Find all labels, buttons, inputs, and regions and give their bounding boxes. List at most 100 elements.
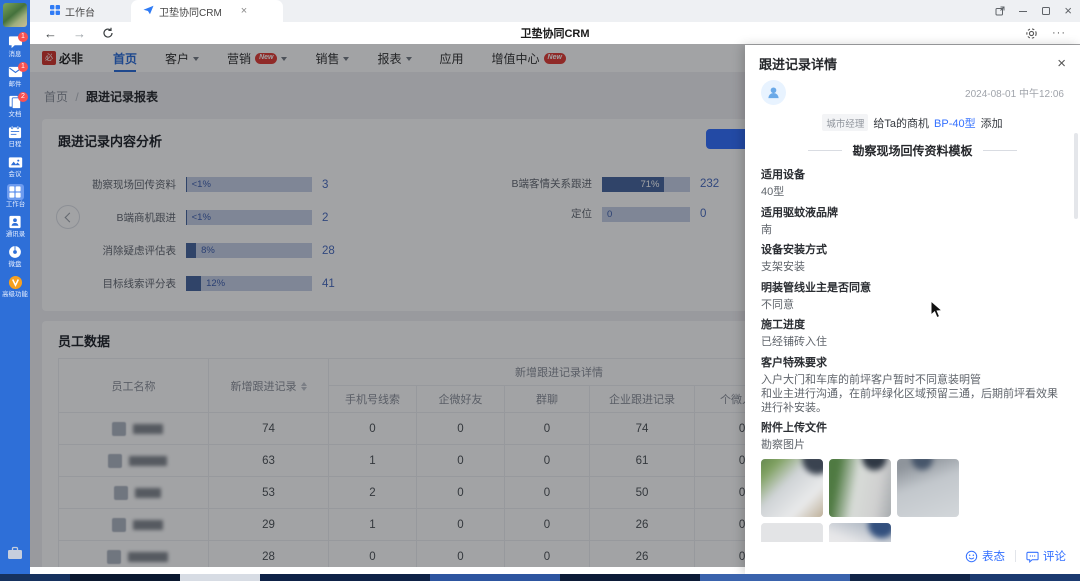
taskbar-segment xyxy=(430,574,560,581)
more-options-icon[interactable]: ··· xyxy=(1052,27,1066,39)
maximize-icon[interactable] xyxy=(1041,6,1051,16)
attachment-thumbnail[interactable] xyxy=(897,459,959,517)
comment-label: 评论 xyxy=(1043,548,1066,564)
blurred-photo xyxy=(761,523,823,543)
field-value: 南 xyxy=(761,223,1064,237)
sidebar-item-label: 文档 xyxy=(9,111,22,118)
field-label: 适用设备 xyxy=(761,168,1064,182)
drawer-scrollbar[interactable] xyxy=(1074,133,1078,219)
field-value: 不同意 xyxy=(761,298,1064,312)
followup-detail-drawer: 跟进记录详情 × 2024-08-01 中午12:06 城市经理 给Ta的商机 … xyxy=(745,45,1080,574)
taskbar-segment xyxy=(850,574,970,581)
blurred-photo xyxy=(829,523,891,543)
taskbar-segment xyxy=(560,574,700,581)
sidebar-item-premium[interactable]: 高级功能 xyxy=(0,271,30,301)
react-label: 表态 xyxy=(982,548,1005,564)
taskbar-segment xyxy=(260,574,430,581)
sidebar-items: 1 消息 1邮件2 文档日程会议工作台通讯录微盘高级功能 xyxy=(0,31,30,301)
comment-action[interactable]: 评论 xyxy=(1026,548,1066,564)
sidebar-item-contacts[interactable]: 通讯录 xyxy=(0,211,30,241)
record-timestamp: 2024-08-01 中午12:06 xyxy=(965,85,1064,100)
toolbar-nav-icons: ← → xyxy=(44,26,114,41)
record-action-line: 城市经理 给Ta的商机 BP-40型 添加 xyxy=(761,114,1064,131)
badge-count: 1 xyxy=(18,32,28,42)
action-suffix: 添加 xyxy=(981,115,1003,131)
detail-field: 设备安装方式支架安装 xyxy=(761,243,1064,274)
sidebar-item-docs[interactable]: 2 文档 xyxy=(0,91,30,121)
detail-field: 客户特殊要求入户大门和车库的前坪客户暂时不同意装明管和业主进行沟通，在前坪绿化区… xyxy=(761,356,1064,415)
sidebar-item-meeting[interactable]: 会议 xyxy=(0,151,30,181)
attachment-thumbnail[interactable] xyxy=(829,459,891,517)
browser-tab-1[interactable]: 工作台 xyxy=(38,0,107,22)
field-label: 设备安装方式 xyxy=(761,243,1064,257)
sidebar-item-label: 消息 xyxy=(9,51,22,58)
role-tag: 城市经理 xyxy=(822,114,868,131)
tabs: 工作台 卫垫协同CRM × xyxy=(30,0,283,22)
browser-toolbar: ← → 卫垫协同CRM ··· xyxy=(30,22,1080,45)
opportunity-link[interactable]: BP-40型 xyxy=(934,115,976,131)
page-title: 卫垫协同CRM xyxy=(30,25,1080,41)
sidebar-item-messages[interactable]: 1 消息 xyxy=(0,31,30,61)
attachment-thumbnail[interactable] xyxy=(761,459,823,517)
blurred-photo xyxy=(761,459,823,517)
field-label: 明装管线业主是否同意 xyxy=(761,281,1064,295)
workbench-icon xyxy=(7,184,24,200)
field-value: 勘察图片 xyxy=(761,438,1064,452)
record-avatar xyxy=(761,80,786,105)
forward-icon[interactable]: → xyxy=(73,26,86,41)
os-taskbar[interactable] xyxy=(0,574,1080,581)
attachment-thumbnails xyxy=(761,459,971,543)
badge-count: 2 xyxy=(18,92,28,102)
drawer-title: 跟进记录详情 xyxy=(759,54,837,73)
field-label: 施工进度 xyxy=(761,318,1064,332)
field-value: 已经铺砖入住 xyxy=(761,335,1064,349)
briefcase-icon[interactable] xyxy=(0,543,30,562)
sidebar-item-label: 会议 xyxy=(9,171,22,178)
window-controls: × xyxy=(995,0,1072,22)
sidebar-item-workbench[interactable]: 工作台 xyxy=(0,181,30,211)
toolbar-actions: ··· xyxy=(1025,27,1066,40)
sidebar-item-drive[interactable]: 微盘 xyxy=(0,241,30,271)
close-tab-icon[interactable]: × xyxy=(241,5,247,17)
tab-label: 卫垫协同CRM xyxy=(159,4,222,19)
close-drawer-icon[interactable]: × xyxy=(1057,57,1066,71)
badge-count: 1 xyxy=(18,62,28,72)
taskbar-segment xyxy=(0,574,70,581)
settings-gear-icon[interactable] xyxy=(1025,27,1038,40)
tab-bar: 工作台 卫垫协同CRM × × xyxy=(30,0,1080,22)
premium-icon xyxy=(7,274,24,290)
sidebar-item-label: 高级功能 xyxy=(2,291,28,298)
detail-field: 施工进度已经铺砖入住 xyxy=(761,318,1064,349)
detail-field: 适用设备40型 xyxy=(761,168,1064,199)
detail-fields: 适用设备40型适用驱蚊液品牌南设备安装方式支架安装明装管线业主是否同意不同意施工… xyxy=(761,168,1064,452)
record-meta: 2024-08-01 中午12:06 xyxy=(761,80,1064,105)
minimize-icon[interactable] xyxy=(1018,6,1028,16)
refresh-icon[interactable] xyxy=(102,26,114,41)
sidebar-item-calendar[interactable]: 日程 xyxy=(0,121,30,151)
field-label: 客户特殊要求 xyxy=(761,356,1064,370)
popup-window-icon[interactable] xyxy=(995,6,1005,16)
sidebar-item-mail[interactable]: 1邮件 xyxy=(0,61,30,91)
react-action[interactable]: 表态 xyxy=(965,548,1005,564)
user-avatar[interactable] xyxy=(3,3,27,27)
field-value: 和业主进行沟通，在前坪绿化区域预留三通，后期前坪看效果进行补安装。 xyxy=(761,387,1064,415)
footer-divider xyxy=(1015,550,1016,562)
attachment-thumbnail[interactable] xyxy=(829,523,891,543)
action-prefix: 给Ta的商机 xyxy=(873,115,929,131)
taskbar-segment xyxy=(970,574,1080,581)
detail-field: 明装管线业主是否同意不同意 xyxy=(761,281,1064,312)
contacts-icon xyxy=(7,214,24,230)
screen: 1消息1邮件2文档日程会议工作台通讯录微盘高级功能 工作台卫垫协同CRM× × xyxy=(0,0,1080,581)
drawer-footer: 表态 评论 xyxy=(745,542,1080,574)
sidebar-item-label: 通讯录 xyxy=(5,231,24,238)
attachment-thumbnail[interactable] xyxy=(761,523,823,543)
detail-field: 适用驱蚊液品牌南 xyxy=(761,206,1064,237)
crm-tab-icon xyxy=(143,5,154,18)
back-icon[interactable]: ← xyxy=(44,26,57,41)
drawer-body: 2024-08-01 中午12:06 城市经理 给Ta的商机 BP-40型 添加… xyxy=(745,77,1080,542)
field-value: 支架安装 xyxy=(761,260,1064,274)
browser-tab-2[interactable]: 卫垫协同CRM × xyxy=(131,0,283,22)
close-window-icon[interactable]: × xyxy=(1064,6,1072,16)
workbench-tab-icon xyxy=(50,5,60,18)
taskbar-segment xyxy=(180,574,260,581)
